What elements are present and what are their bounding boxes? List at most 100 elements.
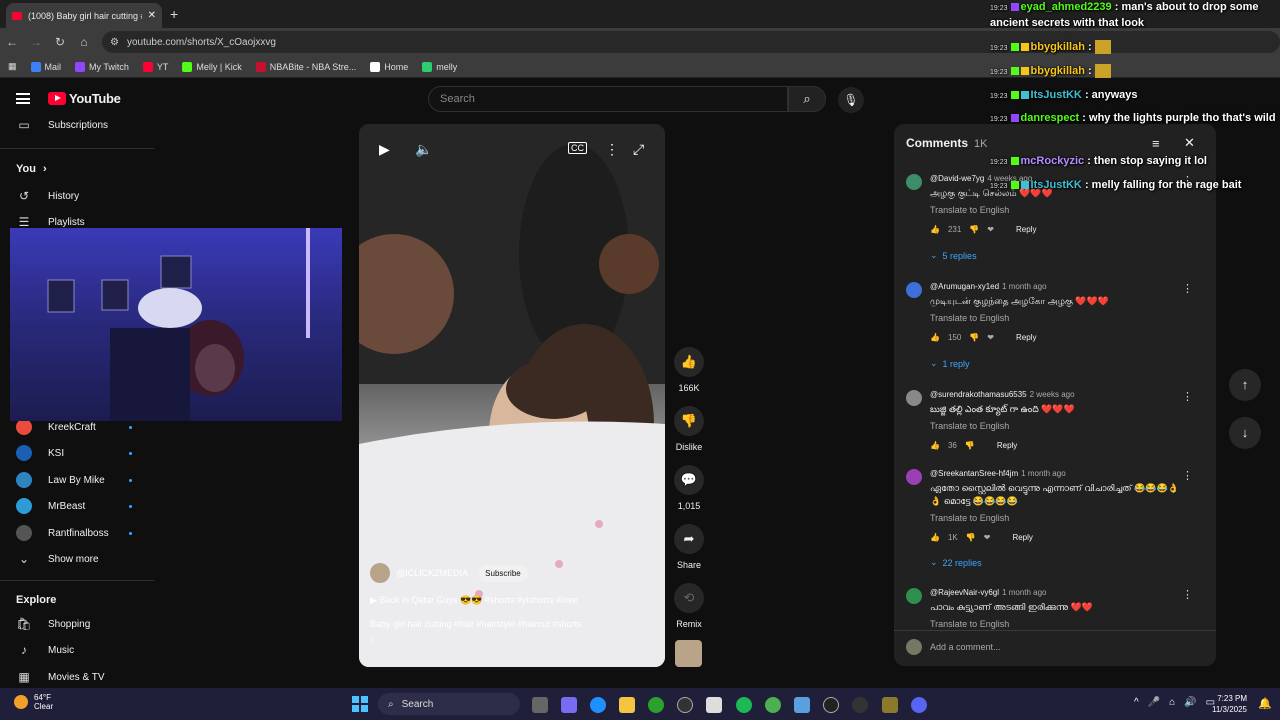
taskbar-search[interactable]: ⌕ Search: [378, 693, 520, 715]
subscribe-button[interactable]: Subscribe: [478, 564, 528, 582]
bookmark-item[interactable]: My Twitch: [75, 61, 129, 72]
microphone-icon[interactable]: 🎤: [1148, 697, 1160, 708]
bookmark-item[interactable]: Home: [370, 61, 408, 72]
sidebar-you-heading[interactable]: You ›: [16, 163, 47, 175]
file-explorer-icon[interactable]: [619, 697, 635, 713]
sidebar-channel[interactable]: KreekCraft: [16, 419, 132, 435]
thumbs-up-icon[interactable]: 👍: [930, 333, 940, 342]
thumbs-down-icon[interactable]: 👎: [969, 333, 979, 342]
captions-icon[interactable]: CC: [568, 142, 587, 154]
previous-short-button[interactable]: ↑: [1229, 369, 1261, 401]
sidebar-channel[interactable]: KSI: [16, 445, 132, 461]
avatar[interactable]: [906, 588, 922, 604]
share-button[interactable]: ➦ Share: [673, 524, 705, 570]
channel-name[interactable]: @ICLICKZMEDIA: [396, 568, 468, 578]
more-options-icon[interactable]: ⋮: [605, 141, 619, 158]
thumbs-up-icon[interactable]: 👍: [930, 225, 940, 234]
reply-button[interactable]: Reply: [1016, 225, 1036, 234]
avatar[interactable]: [906, 282, 922, 298]
sidebar-item-shopping[interactable]: 🛍 Shopping: [16, 617, 90, 631]
thumbs-down-icon[interactable]: 👎: [969, 225, 979, 234]
sidebar-item-subscriptions[interactable]: ▭ Subscriptions: [16, 118, 108, 132]
xbox-icon[interactable]: [648, 697, 664, 713]
translate-link[interactable]: Translate to English: [930, 619, 1009, 629]
search-input[interactable]: Search: [428, 86, 788, 112]
avatar[interactable]: [906, 174, 922, 190]
translate-link[interactable]: Translate to English: [930, 421, 1009, 431]
bookmark-item[interactable]: melly: [422, 61, 457, 72]
browser-tab[interactable]: (1008) Baby girl hair cutting #ha ✕: [6, 3, 162, 28]
search-button[interactable]: ⌕: [788, 86, 826, 112]
back-icon[interactable]: ←: [0, 35, 24, 49]
reply-button[interactable]: Reply: [1012, 533, 1032, 542]
translate-link[interactable]: Translate to English: [930, 205, 1009, 215]
dislike-button[interactable]: 👎 Dislike: [673, 406, 705, 452]
photos-icon[interactable]: [794, 697, 810, 713]
next-short-button[interactable]: ↓: [1229, 417, 1261, 449]
sidebar-item-movies[interactable]: ▦ Movies & TV: [16, 670, 104, 684]
system-clock[interactable]: 7:23 PM 11/3/2025: [1212, 693, 1247, 715]
sidebar-item-playlists[interactable]: ☰ Playlists: [16, 215, 85, 229]
new-tab-icon[interactable]: +: [170, 6, 178, 22]
bookmark-item[interactable]: Melly | Kick: [182, 61, 242, 72]
bookmark-item[interactable]: Mail: [30, 61, 61, 72]
media-player-icon[interactable]: [823, 697, 839, 713]
comment-author[interactable]: @surendrakothamasu6535 2 weeks ago: [930, 390, 1075, 399]
avatar[interactable]: [906, 390, 922, 406]
chrome-icon[interactable]: [765, 697, 781, 713]
menu-icon[interactable]: [16, 93, 30, 104]
more-options-icon[interactable]: ⋮: [1182, 282, 1193, 295]
play-icon[interactable]: ▶: [379, 141, 390, 158]
close-tab-icon[interactable]: ✕: [148, 10, 156, 21]
app-icon[interactable]: [852, 697, 868, 713]
translate-link[interactable]: Translate to English: [930, 513, 1009, 523]
title-hashtags[interactable]: #hair #hairstyle #haircut #shorts: [454, 619, 582, 629]
edge-icon[interactable]: [590, 697, 606, 713]
copilot-icon[interactable]: [561, 697, 577, 713]
chevron-up-icon[interactable]: ^: [1134, 697, 1139, 708]
avatar[interactable]: [906, 469, 922, 485]
weather-widget[interactable]: 64°F Clear: [14, 693, 53, 711]
bookmark-item[interactable]: NBABite - NBA Stre...: [255, 61, 356, 72]
thumbs-down-icon[interactable]: 👎: [966, 533, 976, 542]
view-replies-button[interactable]: ⌄ 5 replies: [930, 250, 977, 261]
thumbs-down-icon[interactable]: 👎: [965, 441, 975, 450]
remix-button[interactable]: ⟲ Remix: [673, 583, 705, 629]
discord-icon[interactable]: [911, 697, 927, 713]
more-options-icon[interactable]: ⋮: [1182, 390, 1193, 403]
short-video-player[interactable]: ▶ 🔈 CC ⋮ ⤢: [359, 124, 665, 667]
sidebar-item-history[interactable]: ↺ History: [16, 189, 79, 203]
volume-icon[interactable]: 🔈: [415, 141, 432, 158]
view-replies-button[interactable]: ⌄ 22 replies: [930, 557, 982, 568]
speaker-icon[interactable]: 🔊: [1184, 697, 1196, 708]
site-info-icon[interactable]: ⚙: [110, 37, 119, 48]
apps-icon[interactable]: ▦: [8, 61, 17, 72]
sidebar-channel[interactable]: Rantfinalboss: [16, 525, 132, 541]
task-view-icon[interactable]: [532, 697, 548, 713]
reload-icon[interactable]: ↻: [48, 35, 72, 49]
comment-author[interactable]: @SreekantanSree-hf4jm 1 month ago: [930, 469, 1066, 478]
obs-icon[interactable]: [882, 697, 898, 713]
steam-icon[interactable]: [677, 697, 693, 713]
thumbs-up-icon[interactable]: 👍: [930, 441, 940, 450]
notification-bell-icon[interactable]: 🔔: [1258, 697, 1272, 710]
reply-button[interactable]: Reply: [997, 441, 1017, 450]
comment-author[interactable]: @Arumugan-xy1ed 1 month ago: [930, 282, 1047, 291]
comments-button[interactable]: 💬 1,015: [673, 465, 705, 511]
add-comment-field[interactable]: Add a comment...: [906, 639, 1001, 655]
like-button[interactable]: 👍 166K: [673, 347, 705, 393]
sidebar-item-music[interactable]: ♪ Music: [16, 643, 74, 657]
sort-icon[interactable]: ≡: [1152, 136, 1160, 151]
network-icon[interactable]: ⌂: [1169, 697, 1175, 708]
view-replies-button[interactable]: ⌄ 1 reply: [930, 358, 970, 369]
fullscreen-icon[interactable]: ⤢: [633, 141, 644, 158]
more-options-icon[interactable]: ⋮: [1182, 469, 1193, 482]
short-music-line[interactable]: ▶ Back in Qatar Guys 😎😎 #shorts #ytshort…: [370, 595, 577, 606]
home-icon[interactable]: ⌂: [72, 35, 96, 49]
channel-avatar[interactable]: [370, 563, 390, 583]
comment-author[interactable]: @RajeevNair-vy6gl 1 month ago: [930, 588, 1047, 597]
sidebar-channel[interactable]: MrBeast: [16, 498, 132, 514]
youtube-logo[interactable]: YouTube: [48, 91, 121, 106]
more-options-icon[interactable]: ⋮: [1182, 588, 1193, 601]
windows-start-icon[interactable]: [352, 696, 368, 712]
